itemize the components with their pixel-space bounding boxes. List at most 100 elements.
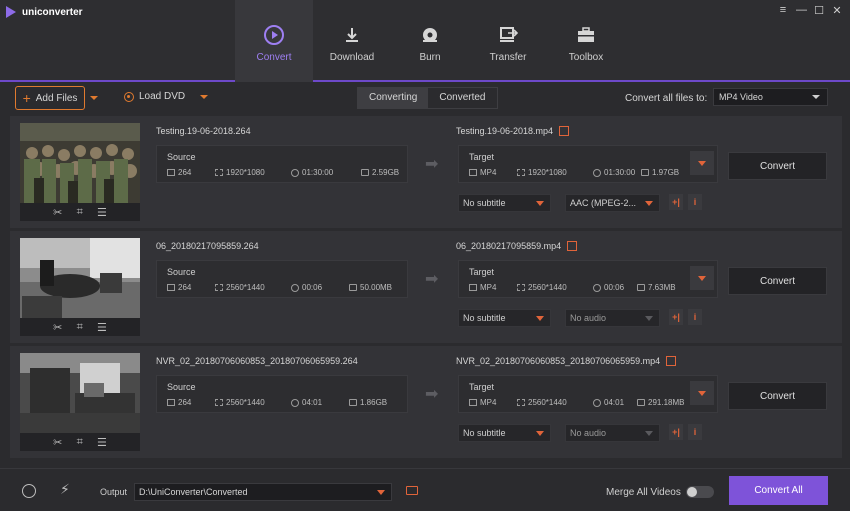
convert-button[interactable]: Convert bbox=[728, 382, 827, 410]
high-speed-icon[interactable]: ⚡ bbox=[60, 481, 70, 498]
target-format-dropdown[interactable] bbox=[690, 151, 714, 175]
convert-button[interactable]: Convert bbox=[728, 152, 827, 180]
folder-icon bbox=[637, 284, 645, 291]
target-format-dropdown[interactable] bbox=[690, 266, 714, 290]
add-files-button[interactable]: + Add Files bbox=[15, 86, 85, 110]
thumbnail-toolbar: ✂ ⌗ ☰ bbox=[20, 318, 140, 336]
info-icon[interactable]: i bbox=[688, 309, 702, 325]
crop-icon[interactable]: ⌗ bbox=[77, 321, 83, 334]
transfer-icon bbox=[497, 24, 519, 46]
merge-tracks-icon[interactable]: +| bbox=[669, 194, 683, 210]
trim-icon[interactable]: ✂ bbox=[53, 436, 62, 449]
convert-all-button[interactable]: Convert All bbox=[729, 476, 828, 505]
info-icon[interactable]: i bbox=[688, 424, 702, 440]
video-thumbnail[interactable] bbox=[20, 238, 140, 318]
chevron-down-icon bbox=[812, 95, 820, 99]
tab-download[interactable]: Download bbox=[313, 0, 391, 82]
arrow-right-icon: ➡ bbox=[425, 156, 439, 173]
effects-icon[interactable]: ☰ bbox=[97, 436, 107, 449]
target-label: Target bbox=[469, 152, 495, 162]
burn-icon bbox=[419, 24, 441, 46]
arrow-right-icon: ➡ bbox=[425, 386, 439, 403]
crop-icon[interactable]: ⌗ bbox=[77, 436, 83, 449]
menu-icon[interactable]: ≡ bbox=[778, 4, 788, 17]
tab-download-label: Download bbox=[329, 52, 375, 63]
edit-icon[interactable] bbox=[567, 241, 578, 251]
target-resolution: 2560*1440 bbox=[528, 398, 567, 407]
subtitle-select[interactable]: No subtitle bbox=[458, 194, 551, 212]
convert-icon bbox=[263, 24, 285, 46]
source-duration: 01:30:00 bbox=[302, 168, 334, 177]
trim-icon[interactable]: ✂ bbox=[53, 206, 62, 219]
tab-burn-label: Burn bbox=[419, 52, 441, 63]
convert-button[interactable]: Convert bbox=[728, 267, 827, 295]
close-icon[interactable]: ✕ bbox=[832, 4, 842, 17]
source-size: 1.86GB bbox=[360, 398, 388, 407]
source-filename: Testing.19-06-2018.264 bbox=[156, 126, 251, 136]
target-format-dropdown[interactable] bbox=[690, 381, 714, 405]
crop-icon[interactable]: ⌗ bbox=[77, 206, 83, 219]
tab-converted[interactable]: Converted bbox=[428, 88, 497, 108]
tab-converting[interactable]: Converting bbox=[358, 88, 429, 108]
tab-transfer-label: Transfer bbox=[489, 52, 527, 63]
edit-icon[interactable] bbox=[559, 126, 570, 136]
video-thumbnail[interactable] bbox=[20, 123, 140, 203]
chevron-down-icon bbox=[698, 390, 706, 396]
tab-toolbox[interactable]: Toolbox bbox=[547, 0, 625, 82]
chevron-down-icon bbox=[645, 316, 653, 321]
load-dvd-label: Load DVD bbox=[139, 91, 186, 102]
trim-icon[interactable]: ✂ bbox=[53, 321, 62, 334]
target-size: 7.63MB bbox=[648, 283, 676, 292]
target-size: 291.18MB bbox=[648, 398, 685, 407]
source-format: 264 bbox=[178, 283, 192, 292]
schedule-icon[interactable] bbox=[22, 484, 36, 498]
subtitle-select[interactable]: No subtitle bbox=[458, 309, 551, 327]
source-info-box: Source 264 1920*1080 01:30:00 2.59GB bbox=[156, 145, 408, 183]
tab-transfer[interactable]: Transfer bbox=[469, 0, 547, 82]
window-controls: ≡ — ☐ ✕ bbox=[778, 4, 842, 17]
tab-convert[interactable]: Convert bbox=[235, 0, 313, 82]
source-format: 264 bbox=[178, 168, 192, 177]
source-resolution: 2560*1440 bbox=[226, 283, 265, 292]
audio-select[interactable]: AAC (MPEG-2... bbox=[565, 194, 660, 212]
output-path-select[interactable]: D:\UniConverter\Converted bbox=[134, 483, 392, 501]
target-name-row: NVR_02_20180706060853_20180706065959.mp4 bbox=[456, 356, 677, 366]
video-thumbnail[interactable] bbox=[20, 353, 140, 433]
folder-icon bbox=[361, 169, 369, 176]
effects-icon[interactable]: ☰ bbox=[97, 206, 107, 219]
edit-icon[interactable] bbox=[666, 356, 677, 366]
audio-value: No audio bbox=[570, 428, 607, 438]
top-bar: uniconverter ≡ — ☐ ✕ Convert Download Bu… bbox=[0, 0, 850, 82]
output-format-select[interactable]: MP4 Video bbox=[713, 88, 828, 106]
audio-select[interactable]: No audio bbox=[565, 309, 660, 327]
load-dvd-button[interactable]: Load DVD bbox=[124, 91, 209, 102]
merge-toggle[interactable] bbox=[686, 486, 714, 498]
target-format: MP4 bbox=[480, 168, 497, 177]
chevron-down-icon bbox=[536, 201, 544, 206]
merge-tracks-icon[interactable]: +| bbox=[669, 309, 683, 325]
subtitle-select[interactable]: No subtitle bbox=[458, 424, 551, 442]
output-path-value: D:\UniConverter\Converted bbox=[139, 487, 248, 497]
target-label: Target bbox=[469, 382, 495, 392]
output-format-value: MP4 Video bbox=[719, 92, 763, 102]
merge-tracks-icon[interactable]: +| bbox=[669, 424, 683, 440]
file-row: ✂ ⌗ ☰ 06_20180217095859.264 Source 264 2… bbox=[10, 231, 842, 343]
load-dvd-dropdown-icon[interactable] bbox=[200, 94, 209, 99]
thumbnail-toolbar: ✂ ⌗ ☰ bbox=[20, 203, 140, 221]
audio-select[interactable]: No audio bbox=[565, 424, 660, 442]
resolution-icon bbox=[517, 399, 525, 406]
open-folder-icon[interactable] bbox=[406, 486, 418, 495]
output-label: Output bbox=[100, 487, 128, 497]
audio-value: No audio bbox=[570, 313, 607, 323]
add-files-dropdown-icon[interactable] bbox=[90, 96, 98, 100]
target-info: MP4 2560*1440 00:06 7.63MB bbox=[469, 283, 676, 292]
source-info: 264 1920*1080 01:30:00 2.59GB bbox=[167, 168, 399, 177]
maximize-icon[interactable]: ☐ bbox=[814, 4, 824, 17]
thumbnail-toolbar: ✂ ⌗ ☰ bbox=[20, 433, 140, 451]
source-size: 50.00MB bbox=[360, 283, 393, 292]
tab-burn[interactable]: Burn bbox=[391, 0, 469, 82]
effects-icon[interactable]: ☰ bbox=[97, 321, 107, 334]
dvd-icon bbox=[124, 91, 134, 102]
minimize-icon[interactable]: — bbox=[796, 4, 807, 17]
info-icon[interactable]: i bbox=[688, 194, 702, 210]
